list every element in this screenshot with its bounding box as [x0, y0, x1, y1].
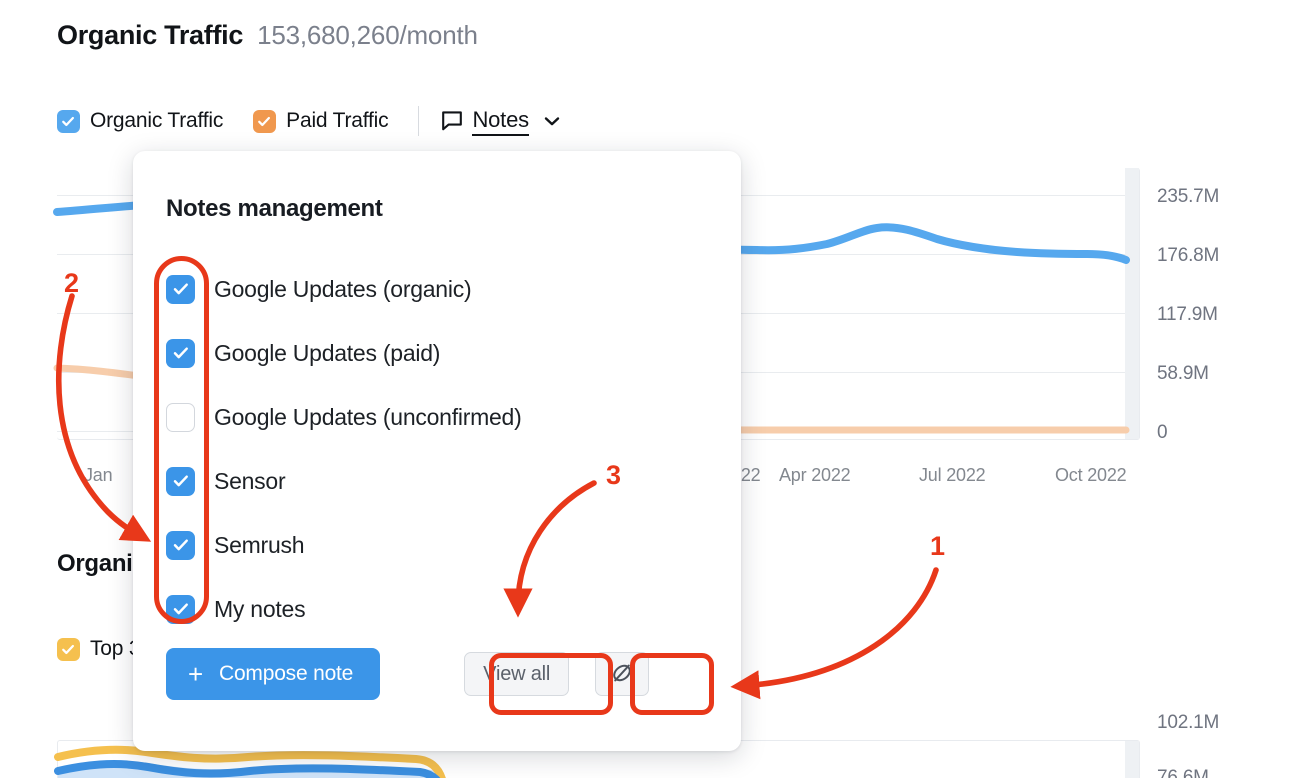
checkbox-checked-icon[interactable] [166, 275, 195, 304]
page-header: Organic Traffic 153,680,260/month [57, 20, 478, 51]
legend-label-organic-traffic: Organic Traffic [90, 109, 223, 133]
y-tick-label: 102.1M [1157, 712, 1219, 734]
checkbox-checked-icon[interactable] [166, 595, 195, 624]
note-label: My notes [214, 596, 305, 623]
compose-note-label: Compose note [219, 662, 353, 686]
annotation-number-3: 3 [606, 460, 621, 491]
note-row-semrush[interactable]: Semrush [166, 513, 706, 577]
note-label: Sensor [214, 468, 285, 495]
note-row-sensor[interactable]: Sensor [166, 449, 706, 513]
speech-bubble-icon [441, 110, 463, 132]
compose-note-button[interactable]: + Compose note [166, 648, 380, 700]
chart-legend-row: Organic Traffic Paid Traffic Notes [57, 104, 562, 138]
page-metric-value: 153,680,260/month [257, 20, 478, 51]
checkbox-checked-icon[interactable] [166, 339, 195, 368]
popup-action-bar: + Compose note View all [166, 648, 649, 700]
annotation-arrow-1 [742, 570, 936, 686]
popup-title: Notes management [166, 195, 383, 223]
legend-item-top3[interactable]: Top 3 [57, 637, 140, 661]
x-tick-label: Jul 2022 [919, 465, 985, 486]
page-title: Organic Traffic [57, 20, 243, 51]
note-label: Semrush [214, 532, 304, 559]
eye-off-icon [609, 660, 635, 689]
checkbox-checked-icon[interactable] [57, 638, 80, 661]
plus-icon: + [188, 661, 203, 687]
legend-divider [418, 106, 419, 136]
notes-dropdown-toggle[interactable]: Notes [441, 107, 561, 136]
y-tick-label: 58.9M [1157, 363, 1209, 385]
legend-item-organic-traffic[interactable]: Organic Traffic [57, 109, 223, 133]
notes-management-popup[interactable]: Notes management Google Updates (organic… [133, 151, 741, 751]
y-tick-label: 76.6M [1157, 767, 1209, 778]
y-tick-label: 0 [1157, 422, 1167, 444]
screenshot-root: Organic Traffic 153,680,260/month Organi… [0, 0, 1296, 778]
note-label: Google Updates (organic) [214, 276, 471, 303]
note-row-google-updates-unconfirmed[interactable]: Google Updates (unconfirmed) [166, 385, 706, 449]
annotation-number-1: 1 [930, 531, 945, 562]
legend-item-paid-traffic[interactable]: Paid Traffic [253, 109, 388, 133]
x-tick-label: Jan [84, 465, 112, 486]
y-tick-label: 176.8M [1157, 245, 1219, 267]
annotation-number-2: 2 [64, 268, 79, 299]
checkbox-checked-icon[interactable] [166, 531, 195, 560]
x-tick-label: Apr 2022 [779, 465, 850, 486]
checkbox-checked-icon[interactable] [253, 110, 276, 133]
note-label: Google Updates (unconfirmed) [214, 404, 522, 431]
checkbox-checked-icon[interactable] [166, 467, 195, 496]
y-tick-label: 235.7M [1157, 186, 1219, 208]
y-tick-label: 117.9M [1157, 304, 1218, 326]
note-label: Google Updates (paid) [214, 340, 440, 367]
legend-label-paid-traffic: Paid Traffic [286, 109, 388, 133]
checkbox-unchecked-icon[interactable] [166, 403, 195, 432]
x-tick-label: Oct 2022 [1055, 465, 1126, 486]
note-row-my-notes[interactable]: My notes [166, 577, 706, 641]
notes-checkbox-list: Google Updates (organic) Google Updates … [166, 257, 706, 641]
hide-notes-button[interactable] [595, 652, 649, 696]
notes-dropdown-label: Notes [472, 107, 528, 136]
note-row-google-updates-paid[interactable]: Google Updates (paid) [166, 321, 706, 385]
checkbox-checked-icon[interactable] [57, 110, 80, 133]
note-row-google-updates-organic[interactable]: Google Updates (organic) [166, 257, 706, 321]
y-axis-labels-top: 235.7M 176.8M 117.9M 58.9M 0 [1157, 168, 1296, 440]
view-all-button[interactable]: View all [464, 652, 569, 696]
chevron-down-icon[interactable] [542, 111, 562, 131]
